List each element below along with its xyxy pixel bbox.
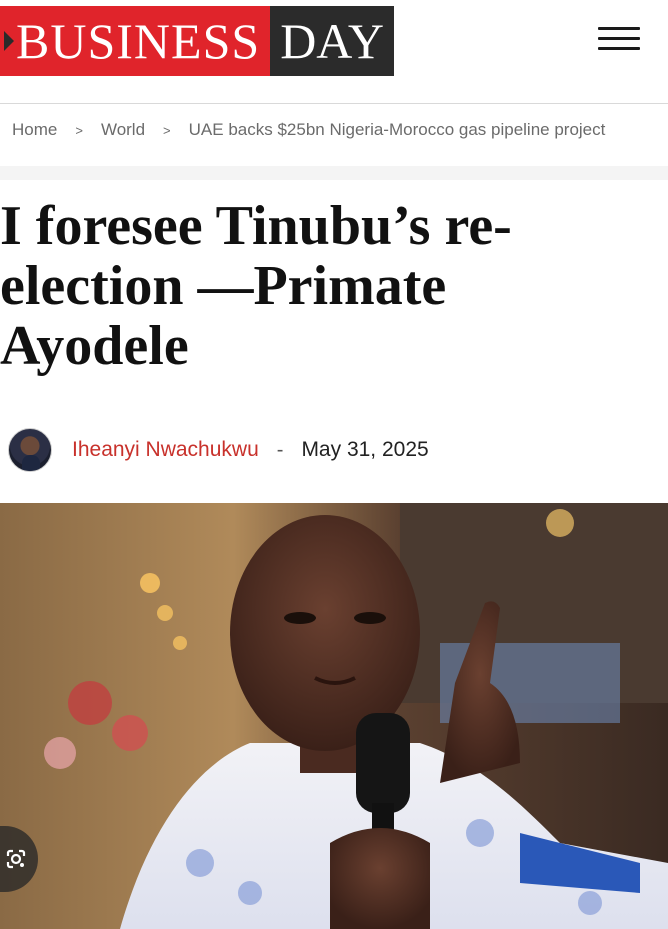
article-byline: Iheanyi Nwachukwu - May 31, 2025 [8,428,429,472]
logo-business: BUSINESS [0,6,271,76]
author-name[interactable]: Iheanyi Nwachukwu [72,438,259,462]
byline-separator: - [276,438,284,461]
breadcrumb-world[interactable]: World [101,120,145,140]
breadcrumb-current[interactable]: UAE backs $25bn Nigeria-Morocco gas pipe… [189,120,606,140]
article-hero-image[interactable] [0,503,668,929]
menu-line [598,37,640,40]
breadcrumb-separator: > [75,122,83,138]
site-header: BUSINESS DAY [0,0,668,104]
menu-line [598,27,640,30]
article-title: I foresee Tinubu’s re-election —Primate … [0,195,512,377]
logo-day: DAY [270,6,394,76]
breadcrumb-home[interactable]: Home [12,120,57,140]
logo-business-text: BUSINESS [16,13,261,69]
hamburger-menu-icon[interactable] [596,20,642,60]
section-divider [0,166,668,180]
logo-arrow-icon [4,30,14,51]
breadcrumb: Home > World > UAE backs $25bn Nigeria-M… [12,120,605,140]
menu-line [598,47,640,50]
lens-glyph [6,849,26,869]
site-logo[interactable]: BUSINESS DAY [0,6,394,76]
publish-date: May 31, 2025 [301,438,429,461]
breadcrumb-separator: > [163,122,171,138]
author-avatar[interactable] [8,428,52,472]
hero-photo [0,503,668,929]
